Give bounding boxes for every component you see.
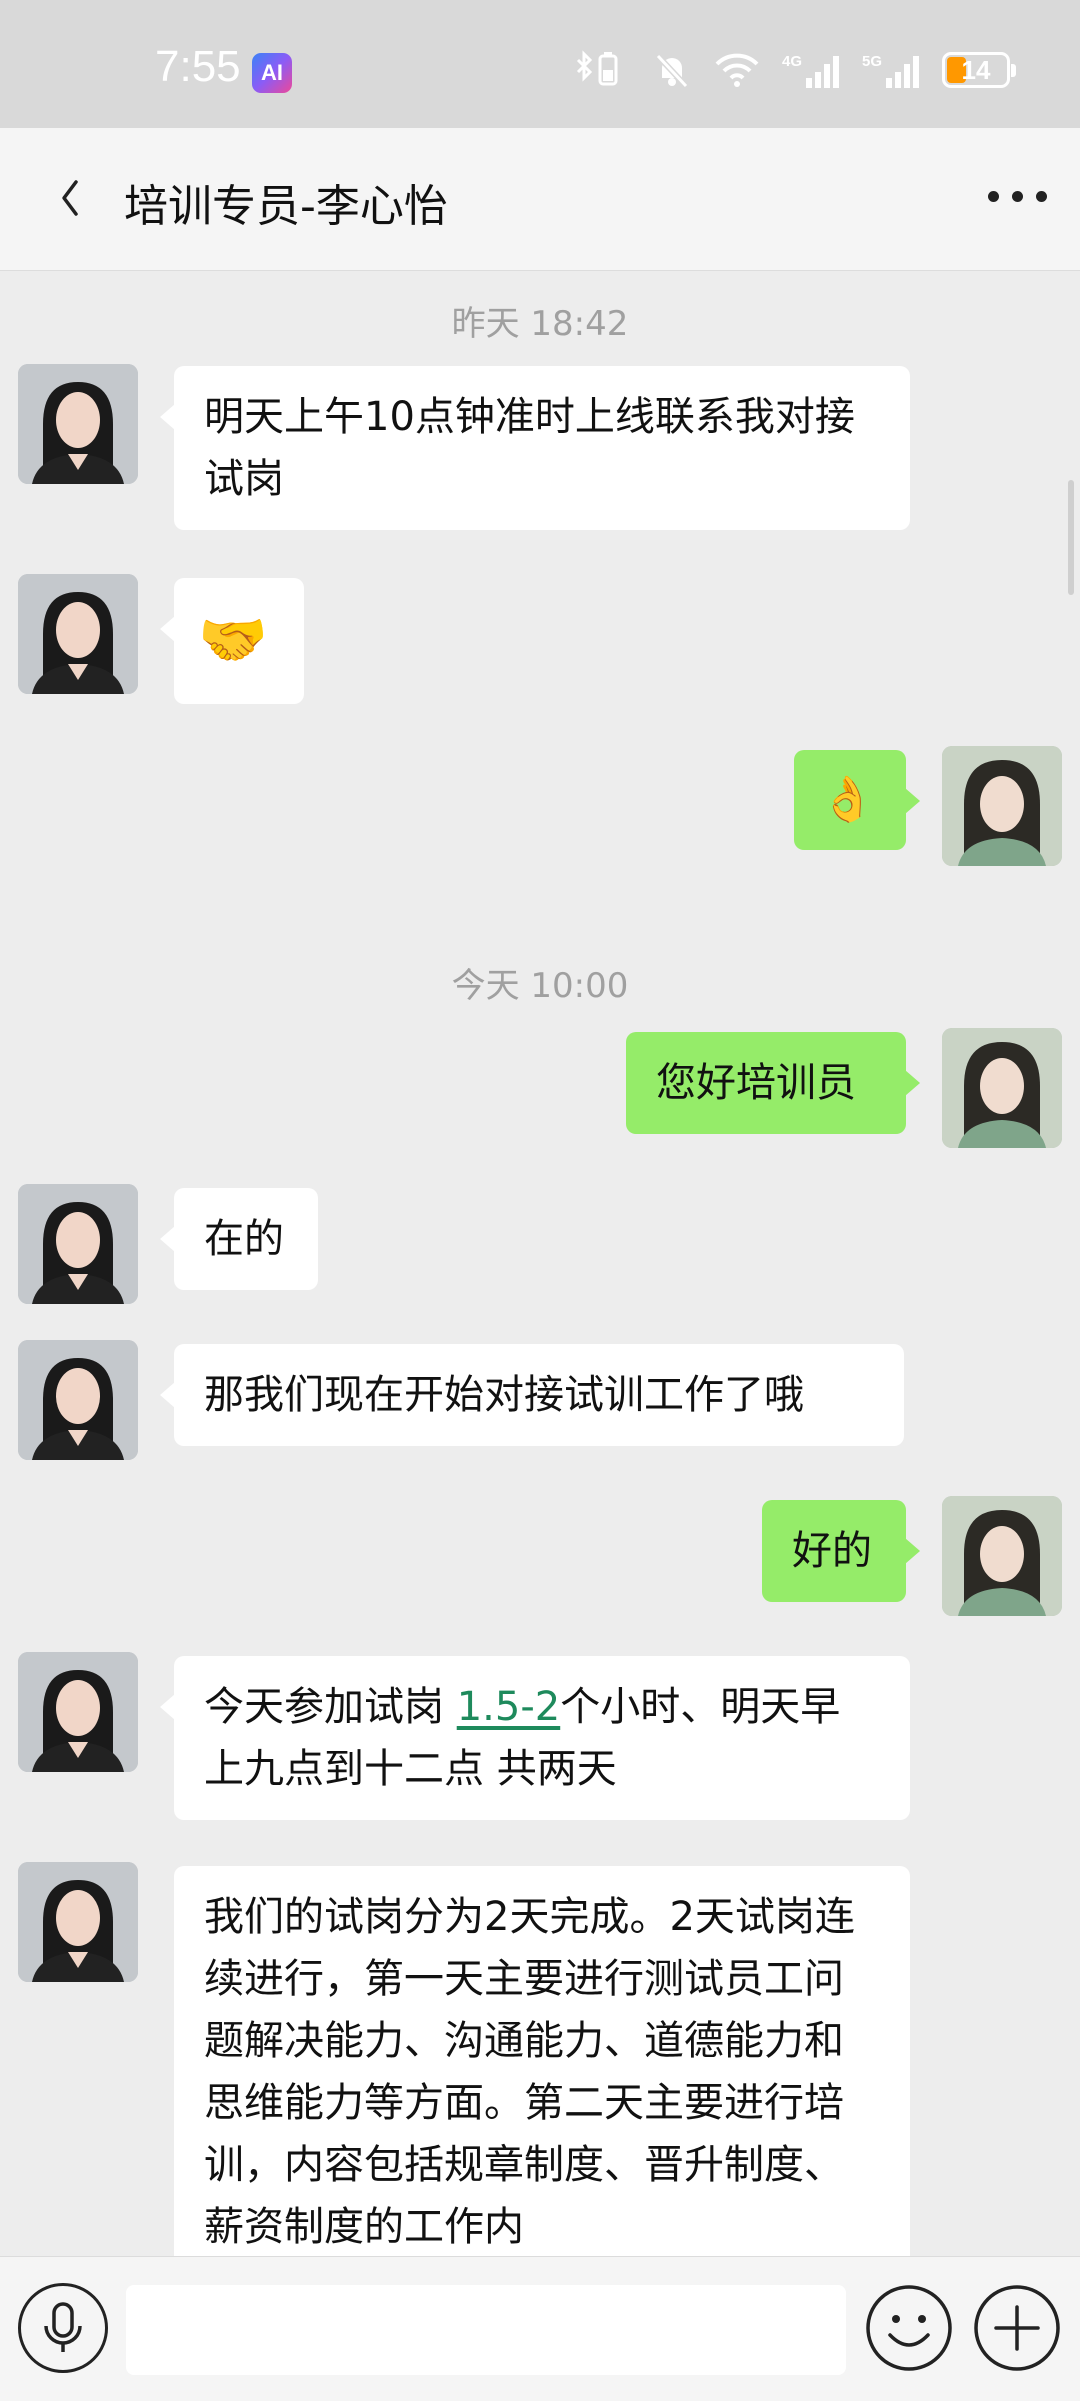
input-bar — [0, 2256, 1080, 2401]
handshake-icon: 🤝 — [198, 608, 268, 673]
message-bubble-incoming[interactable]: 在的 — [160, 1188, 318, 1290]
microphone-icon — [44, 2302, 82, 2352]
message-text: 好的 — [792, 1528, 872, 1574]
status-bar: 7:55 AI 4G 5G 14 — [0, 0, 1080, 128]
message-input[interactable] — [126, 2285, 846, 2375]
message-text: 在的 — [204, 1216, 284, 1262]
more-button[interactable] — [982, 176, 1052, 216]
plus-icon — [974, 2285, 1060, 2371]
message-bubble-outgoing[interactable]: 👌 — [794, 750, 920, 850]
mute-bell-icon — [655, 53, 689, 89]
scrollbar[interactable] — [1068, 480, 1074, 595]
back-button[interactable] — [48, 168, 108, 228]
message-text: 今天参加试岗 — [204, 1684, 457, 1730]
battery-icon: 14 — [942, 52, 1016, 88]
svg-text:4G: 4G — [782, 53, 802, 70]
avatar-trainer[interactable] — [18, 1652, 138, 1772]
svg-text:5G: 5G — [862, 53, 882, 70]
message-bubble-outgoing[interactable]: 您好培训员 — [626, 1032, 920, 1134]
status-icons: 4G 5G 14 — [572, 40, 1016, 100]
plus-button[interactable] — [972, 2283, 1062, 2373]
avatar-trainer[interactable] — [18, 574, 138, 694]
message-bubble-incoming[interactable]: 明天上午10点钟准时上线联系我对接试岗 — [160, 366, 910, 530]
message-bubble-incoming[interactable]: 我们的试岗分为2天完成。2天试岗连续进行，第一天主要进行测试员工问题解决能力、沟… — [174, 1866, 910, 2266]
avatar-trainer[interactable] — [18, 1184, 138, 1304]
message-text: 那我们现在开始对接试训工作了哦 — [204, 1372, 804, 1418]
message-bubble-incoming[interactable]: 那我们现在开始对接试训工作了哦 — [160, 1344, 904, 1446]
chat-header: 培训专员-李心怡 — [0, 128, 1080, 271]
status-time: 7:55 — [155, 42, 241, 91]
message-bubble-outgoing[interactable]: 好的 — [762, 1500, 920, 1602]
chat-title: 培训专员-李心怡 — [124, 181, 448, 232]
message-bubble-incoming[interactable]: 今天参加试岗 1.5-2个小时、明天早上九点到十二点 共两天 — [160, 1656, 910, 1820]
chevron-left-icon — [62, 180, 78, 216]
avatar-trainer[interactable] — [18, 1862, 138, 1982]
more-dots-icon — [988, 191, 999, 202]
timestamp: 今天 10:00 — [451, 966, 629, 1006]
smiley-icon — [866, 2285, 952, 2371]
bluetooth-battery-icon — [576, 50, 618, 86]
avatar-self[interactable] — [942, 1028, 1062, 1148]
timestamp: 昨天 18:42 — [451, 304, 629, 344]
message-text: 您好培训员 — [656, 1060, 856, 1106]
avatar-self[interactable] — [942, 746, 1062, 866]
battery-level: 14 — [961, 55, 991, 85]
avatar-trainer[interactable] — [18, 364, 138, 484]
avatar-self[interactable] — [942, 1496, 1062, 1616]
voice-button[interactable] — [18, 2283, 108, 2373]
ai-badge-icon: AI — [252, 53, 292, 93]
signal-5g-icon: 5G — [862, 53, 919, 88]
ok-hand-icon: 👌 — [820, 774, 875, 825]
emoji-button[interactable] — [864, 2283, 954, 2373]
message-text: 我们的试岗分为2天完成。2天试岗连续进行，第一天主要进行测试员工问题解决能力、沟… — [204, 1894, 855, 2250]
wifi-icon — [715, 53, 759, 87]
message-text: 明天上午10点钟准时上线联系我对接试岗 — [204, 394, 855, 502]
avatar-trainer[interactable] — [18, 1340, 138, 1460]
message-link[interactable]: 1.5-2 — [457, 1684, 561, 1730]
message-bubble-incoming[interactable]: 🤝 — [160, 578, 304, 704]
signal-4g-icon: 4G — [782, 53, 839, 88]
